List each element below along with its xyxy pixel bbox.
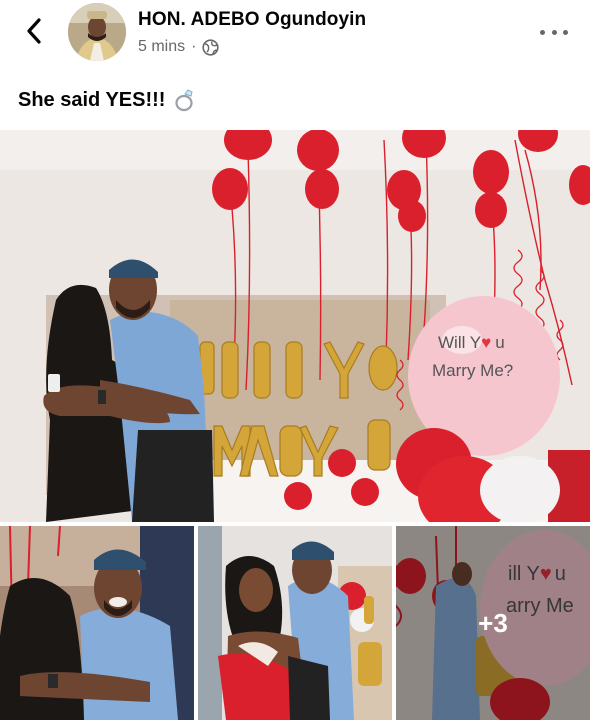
balloon-text-line2: Marry Me? [432,361,513,380]
more-dot [551,29,557,35]
photo-thumbnail-3[interactable]: ill Y♥ u arry Me +3 [396,526,590,720]
globe-icon [202,38,220,56]
post-time[interactable]: 5 mins [138,38,185,56]
ring-icon [173,88,197,112]
post-header: HON. ADEBO Ogundoyin 5 mins · [0,0,590,66]
caption-text: She said YES!!! [18,88,166,111]
photo-thumbnail-1[interactable] [0,526,194,720]
back-button[interactable] [20,16,48,46]
post-caption: She said YES!!! [18,88,197,112]
author-avatar[interactable] [68,3,126,61]
more-photos-overlay[interactable]: +3 [396,526,590,720]
author-name[interactable]: HON. ADEBO Ogundoyin [138,9,366,31]
post-meta: 5 mins · [138,38,220,56]
more-dot [540,29,545,35]
more-photos-count: +3 [478,607,508,638]
main-photo[interactable]: Will Y♥ u Marry Me? [0,130,590,522]
photo-thumbnail-2[interactable] [198,526,392,720]
more-options-button[interactable] [540,22,568,42]
more-dot [563,29,568,35]
meta-separator: · [191,38,197,55]
chevron-left-icon [27,18,41,44]
balloon-text-line1: Will Y♥ u [438,333,505,352]
